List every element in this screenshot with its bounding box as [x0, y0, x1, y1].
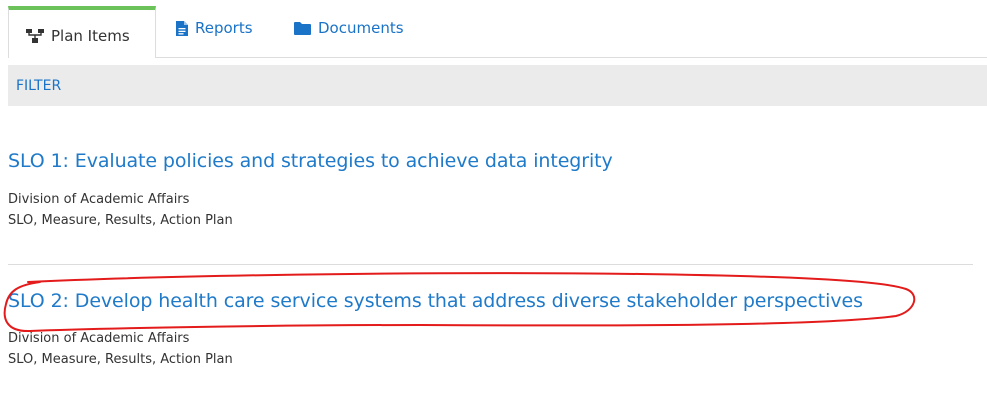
list-item: SLO 2: Develop health care service syste… — [8, 290, 973, 370]
plan-item-components: SLO, Measure, Results, Action Plan — [8, 352, 233, 367]
tab-plan-items[interactable]: Plan Items — [8, 6, 156, 58]
filter-bar: FILTER — [8, 65, 987, 106]
filter-toggle[interactable]: FILTER — [16, 78, 61, 94]
sitemap-icon — [26, 29, 44, 43]
tab-plan-items-label: Plan Items — [51, 27, 130, 45]
plan-item-meta: Division of Academic Affairs SLO, Measur… — [8, 328, 973, 370]
list-item: SLO 1: Evaluate policies and strategies … — [8, 150, 973, 231]
plan-item-title-link[interactable]: SLO 1: Evaluate policies and strategies … — [8, 150, 973, 172]
plan-item-meta: Division of Academic Affairs SLO, Measur… — [8, 189, 973, 231]
tab-bar: Plan Items Reports Documents — [8, 6, 987, 58]
list-divider — [8, 264, 973, 265]
folder-icon — [294, 21, 311, 35]
plan-item-division: Division of Academic Affairs — [8, 331, 190, 346]
tab-documents-label: Documents — [318, 19, 404, 37]
tab-documents[interactable]: Documents — [294, 3, 404, 53]
tab-reports-label: Reports — [195, 19, 253, 37]
plan-item-components: SLO, Measure, Results, Action Plan — [8, 213, 233, 228]
plan-item-title-link[interactable]: SLO 2: Develop health care service syste… — [8, 290, 973, 312]
file-icon — [176, 20, 188, 36]
plan-item-division: Division of Academic Affairs — [8, 192, 190, 207]
tab-reports[interactable]: Reports — [176, 3, 253, 53]
